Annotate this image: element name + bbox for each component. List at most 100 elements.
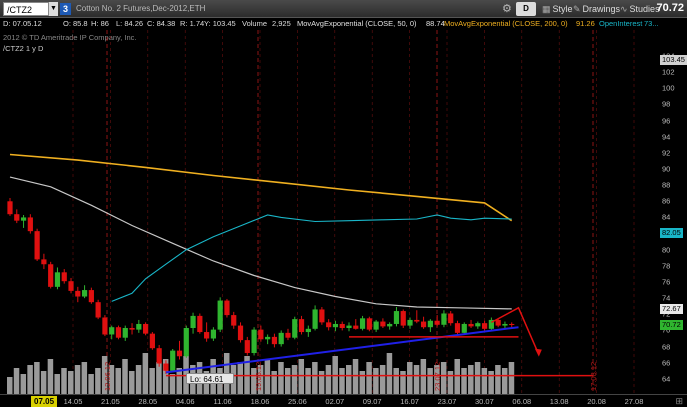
volume-bar xyxy=(495,365,501,394)
study-info-bar: D: 07.05.12 O: 85.8 H: 86 L: 84.26 C: 84… xyxy=(0,18,660,30)
price-axis-label: 102 xyxy=(662,67,675,77)
time-axis[interactable]: 07.05 14.05 21.05 28.05 04.06 11.06 18.06 25.0… xyxy=(0,394,687,407)
ma200-value: 91.26 xyxy=(576,19,595,28)
candle-body xyxy=(231,315,237,326)
price-tag: 70.72 xyxy=(660,319,683,330)
volume-bar xyxy=(379,365,386,394)
expand-icon[interactable]: ⊞ xyxy=(675,396,683,407)
volume-bar xyxy=(129,371,135,394)
candle-body xyxy=(461,323,467,333)
price-axis-label: 74 xyxy=(662,293,671,303)
volume-bar xyxy=(68,371,74,394)
candle-body xyxy=(129,328,135,330)
candle-body xyxy=(326,322,332,328)
price-axis-label: 84 xyxy=(662,212,671,222)
bar-date: D: 07.05.12 xyxy=(3,19,42,28)
volume-bar xyxy=(318,371,325,394)
period-selector[interactable]: D xyxy=(516,2,536,16)
price-axis-label: 80 xyxy=(662,245,671,255)
volume-bar xyxy=(27,365,33,394)
volume-label[interactable]: Volume xyxy=(242,19,267,28)
link-group-badge[interactable]: 3 xyxy=(60,3,71,15)
time-axis-cursor-label: 07.05 xyxy=(31,396,58,407)
candle-body xyxy=(312,309,318,329)
volume-bar xyxy=(7,377,13,394)
projection-arrowhead xyxy=(534,348,542,357)
volume-bar xyxy=(61,368,67,394)
candle-body xyxy=(190,315,196,329)
volume-bar xyxy=(135,365,142,394)
time-axis-label: 11.06 xyxy=(213,397,232,406)
candle-body xyxy=(95,302,101,318)
volume-bar xyxy=(386,353,393,394)
candle-body xyxy=(265,336,271,340)
time-axis-label: 27.08 xyxy=(624,397,644,406)
volume-bar xyxy=(447,371,454,394)
candle-body xyxy=(224,300,230,316)
price-axis-label: 94 xyxy=(662,132,671,142)
candle-body xyxy=(14,214,20,221)
volume-bar xyxy=(237,362,244,394)
drawings-label: Drawings xyxy=(582,4,621,14)
symbol-input[interactable]: /CTZ2 xyxy=(3,2,49,16)
volume-bar xyxy=(488,371,494,394)
settings-icon[interactable]: ⚙ xyxy=(502,2,512,15)
candle-body xyxy=(143,323,149,334)
ma200-line xyxy=(9,153,513,222)
candle-body xyxy=(210,329,216,339)
volume-bar xyxy=(468,365,474,394)
candle-body xyxy=(41,259,47,265)
ma50-label[interactable]: MovAvgExponential (CLOSE, 50, 0) xyxy=(297,19,417,28)
candle-body xyxy=(109,327,115,335)
volume-bar xyxy=(352,359,359,394)
candle-body xyxy=(339,323,345,329)
studies-label: Studies xyxy=(629,4,660,14)
volume-bar xyxy=(149,368,155,394)
time-axis-label: 14.05 xyxy=(63,397,83,406)
time-axis-label: 20.08 xyxy=(587,397,606,406)
candle-body xyxy=(359,318,366,329)
candle-body xyxy=(170,350,176,371)
candle-body xyxy=(244,340,250,354)
candle-body xyxy=(285,332,291,338)
volume-bar xyxy=(393,368,399,394)
candle-body xyxy=(319,309,325,323)
trendline xyxy=(165,326,519,374)
candle-body xyxy=(20,217,27,221)
candle-body xyxy=(271,336,278,345)
studies-button[interactable]: ∿ Studies xyxy=(620,2,660,16)
candle-body xyxy=(217,300,223,330)
candle-body xyxy=(81,290,88,297)
price-axis-label: 100 xyxy=(662,83,675,93)
drawings-button[interactable]: ✎ Drawings xyxy=(573,2,620,16)
ma200-label[interactable]: MovAvgExponential (CLOSE, 200, 0) xyxy=(444,19,568,28)
volume-bar xyxy=(373,368,379,394)
openinterest-value: 73... xyxy=(644,19,659,28)
price-axis-label: 88 xyxy=(662,180,671,190)
candle-body xyxy=(258,329,264,340)
volume-bar xyxy=(95,368,101,394)
volume-bar xyxy=(88,374,94,394)
volume-bar xyxy=(346,365,352,394)
volume-bar xyxy=(81,362,88,394)
candle-body xyxy=(88,290,94,303)
volume-bar xyxy=(454,359,460,394)
price-chart[interactable]: 12.06.12 19.06.12 23.07.12 17.08.12 xyxy=(0,30,687,394)
candle-body xyxy=(68,281,74,291)
candle-body xyxy=(204,332,210,339)
volume-bar xyxy=(305,368,311,394)
volume-bar xyxy=(291,365,298,394)
time-axis-label: 09.07 xyxy=(362,397,382,406)
volume-bar xyxy=(264,359,271,394)
volume-bar xyxy=(501,368,508,394)
event-marker-label: 17.08.12 xyxy=(589,362,598,391)
candle-body xyxy=(414,319,420,322)
openinterest-label[interactable]: OpenInterest xyxy=(599,19,642,28)
time-axis-label: 06.08 xyxy=(512,397,532,406)
style-button[interactable]: ▦ Style xyxy=(542,2,573,16)
symbol-dropdown-icon[interactable]: ▼ xyxy=(49,2,58,16)
candle-body xyxy=(292,319,298,338)
price-tag: 103.45 xyxy=(660,55,687,66)
candle-body xyxy=(237,325,244,341)
candle-body xyxy=(27,217,33,232)
